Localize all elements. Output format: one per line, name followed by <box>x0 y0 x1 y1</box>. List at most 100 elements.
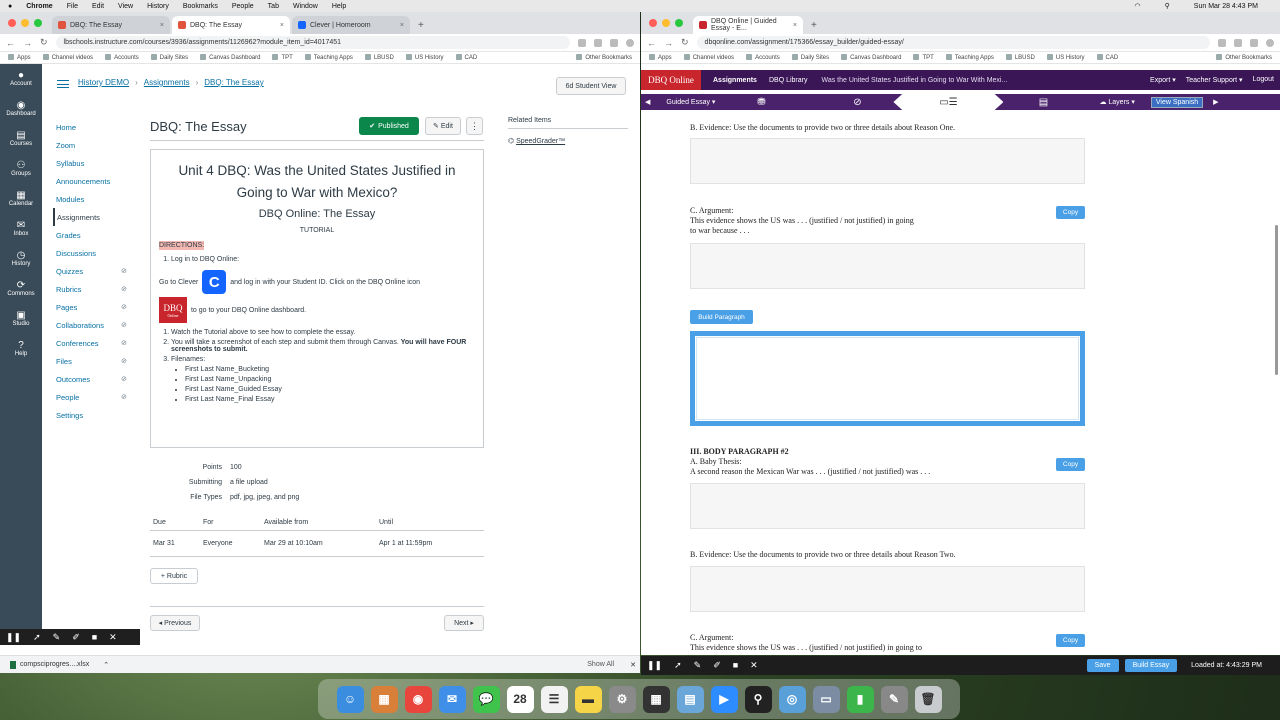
global-nav-courses[interactable]: ▤ Courses <box>0 124 42 152</box>
reload-icon[interactable]: ↻ <box>40 37 48 48</box>
speedgrader-link[interactable]: ⌬ SpeedGrader™ <box>508 137 628 145</box>
previous-button[interactable]: ◂ Previous <box>150 615 200 631</box>
teacher-support-menu[interactable]: Teacher Support ▾ <box>1186 76 1243 84</box>
bookmark-item[interactable]: Apps <box>649 54 672 61</box>
baby-thesis-input[interactable] <box>690 483 1085 529</box>
build-essay-button[interactable]: Build Essay <box>1124 659 1178 672</box>
copy-button[interactable]: Copy <box>1056 634 1085 647</box>
pointer-icon[interactable]: ➚ <box>674 660 682 671</box>
menu-help[interactable]: Help <box>332 3 346 10</box>
launchpad-icon[interactable]: ▦ <box>370 685 398 713</box>
paragraph-textarea[interactable] <box>690 331 1085 426</box>
breadcrumb-current[interactable]: DBQ: The Essay <box>204 78 263 87</box>
global-nav-calendar[interactable]: ▦ Calendar <box>0 184 42 212</box>
course-nav-rubrics[interactable]: Rubrics ⊘ <box>56 280 136 298</box>
close-downloads-icon[interactable]: ✕ <box>630 661 636 669</box>
bookmark-item[interactable]: Teaching Apps <box>305 54 353 61</box>
course-nav-people[interactable]: People ⊘ <box>56 388 136 406</box>
close-tab-icon[interactable]: × <box>793 22 797 29</box>
bookmark-item[interactable]: US History <box>1047 54 1085 61</box>
pen-icon[interactable]: ✎ <box>694 660 702 671</box>
guided-essay-step-icon[interactable]: ▭☰ <box>893 94 1004 110</box>
breadcrumb-course[interactable]: History DEMO <box>78 78 129 87</box>
extension-icon[interactable] <box>1234 38 1242 47</box>
highlighter-icon[interactable]: ✐ <box>72 632 80 643</box>
evidence-two-input[interactable] <box>690 566 1085 612</box>
nav-dbq-library[interactable]: DBQ Library <box>769 77 808 84</box>
notes-icon[interactable]: ▬ <box>574 685 602 713</box>
view-spanish-button[interactable]: View Spanish <box>1150 96 1204 108</box>
wifi-icon[interactable]: ◠ <box>1135 2 1141 10</box>
other-bookmarks[interactable]: Other Bookmarks <box>576 54 632 61</box>
extension-icon[interactable] <box>1250 38 1258 47</box>
course-nav-collaborations[interactable]: Collaborations ⊘ <box>56 316 136 334</box>
global-nav-account[interactable]: ● Account <box>0 64 42 92</box>
settings-icon[interactable]: ⚙ <box>608 685 636 713</box>
add-rubric-button[interactable]: + Rubric <box>150 568 198 584</box>
bookmark-item[interactable]: Canvas Dashboard <box>841 54 901 61</box>
preview-icon[interactable]: ▤ <box>676 685 704 713</box>
menu-tab[interactable]: Tab <box>268 3 279 10</box>
page-scrollbar[interactable] <box>1275 225 1278 375</box>
course-nav-home[interactable]: Home <box>56 118 136 136</box>
global-nav-inbox[interactable]: ✉ Inbox <box>0 214 42 242</box>
course-nav-files[interactable]: Files ⊘ <box>56 352 136 370</box>
bookmark-item[interactable]: Accounts <box>746 54 780 61</box>
bookmark-item[interactable]: Canvas Dashboard <box>200 54 260 61</box>
course-nav-zoom[interactable]: Zoom <box>56 136 136 154</box>
finder-icon[interactable]: ☺ <box>336 685 364 713</box>
other-bookmarks[interactable]: Other Bookmarks <box>1216 54 1272 61</box>
zoom-icon[interactable]: ▶ <box>710 685 738 713</box>
pointer-icon[interactable]: ➚ <box>33 632 41 643</box>
build-paragraph-button[interactable]: Build Paragraph <box>690 310 753 324</box>
layers-dropdown[interactable]: ☁ Layers ▾ <box>1099 98 1134 106</box>
student-view-button[interactable]: 6d Student View <box>556 77 626 95</box>
course-nav-syllabus[interactable]: Syllabus <box>56 154 136 172</box>
pen-icon[interactable]: ✎ <box>880 685 908 713</box>
course-nav-announcements[interactable]: Announcements <box>56 172 136 190</box>
dbq-online-logo-icon[interactable]: DBQ Online <box>159 297 187 323</box>
course-nav-conferences[interactable]: Conferences ⊘ <box>56 334 136 352</box>
extension-icon[interactable] <box>578 38 586 47</box>
bookmark-item[interactable]: LBUSD <box>1006 54 1035 61</box>
bookmark-item[interactable]: CAD <box>456 54 478 61</box>
chevron-left-icon[interactable]: ◀ <box>645 98 650 106</box>
next-button[interactable]: Next ▸ <box>444 615 484 631</box>
chevron-right-icon[interactable]: ▶ <box>1213 98 1218 106</box>
bookmark-item[interactable]: TPT <box>272 54 292 61</box>
menu-window[interactable]: Window <box>293 3 318 10</box>
export-menu[interactable]: Export ▾ <box>1150 76 1176 84</box>
zoom-window-button[interactable] <box>675 19 683 27</box>
trash-icon[interactable]: 🗑 <box>914 685 942 713</box>
forward-icon[interactable]: → <box>23 38 32 48</box>
close-icon[interactable]: ✕ <box>109 632 117 643</box>
more-options-button[interactable]: ⋮ <box>466 117 483 135</box>
reload-icon[interactable]: ↻ <box>681 37 689 48</box>
dbq-online-logo[interactable]: DBQ Online <box>641 70 701 90</box>
close-tab-icon[interactable]: × <box>280 22 284 29</box>
menu-people[interactable]: People <box>232 3 254 10</box>
pause-icon[interactable]: ❚❚ <box>6 632 21 643</box>
extension-icon[interactable] <box>610 38 618 47</box>
quicktime-icon[interactable]: ◎ <box>778 685 806 713</box>
close-tab-icon[interactable]: × <box>160 22 164 29</box>
numbers-icon[interactable]: ▮ <box>846 685 874 713</box>
course-nav-settings[interactable]: Settings <box>56 406 136 424</box>
new-tab-button[interactable]: + <box>805 20 823 34</box>
back-icon[interactable]: ← <box>647 38 656 48</box>
calendar-icon[interactable]: 28 <box>506 685 534 713</box>
course-nav-quizzes[interactable]: Quizzes ⊘ <box>56 262 136 280</box>
forward-icon[interactable]: → <box>664 38 673 48</box>
course-nav-assignments[interactable]: Assignments <box>53 208 136 226</box>
copy-button[interactable]: Copy <box>1056 458 1085 471</box>
extension-icon[interactable] <box>594 38 602 47</box>
menu-file[interactable]: File <box>67 3 78 10</box>
apple-icon[interactable]: ● <box>8 3 12 10</box>
reader-icon[interactable]: ⚲ <box>744 685 772 713</box>
browser-tab[interactable]: DBQ: The Essay × <box>52 16 170 34</box>
clever-logo-icon[interactable]: C <box>202 270 227 294</box>
messages-icon[interactable]: 💬 <box>472 685 500 713</box>
url-field[interactable]: dbqonline.com/assignment/175366/essay_bu… <box>696 36 1210 49</box>
argument-input[interactable] <box>690 243 1085 289</box>
profile-avatar[interactable] <box>626 38 634 47</box>
